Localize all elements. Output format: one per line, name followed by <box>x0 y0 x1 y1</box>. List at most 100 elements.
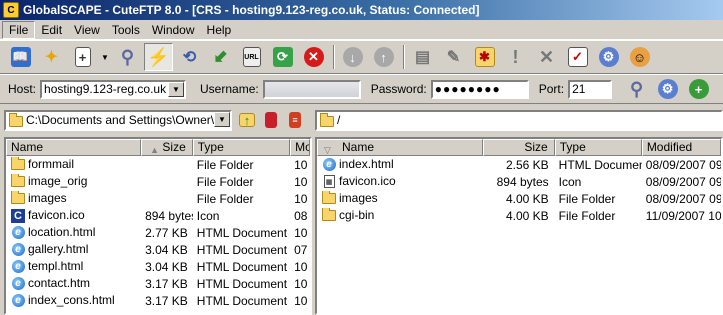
file-name: index.html <box>339 157 394 172</box>
file-size: 3.04 KB <box>145 259 188 274</box>
new-folder-icon: ✱ <box>474 47 495 67</box>
chevron-down-icon[interactable]: ▼ <box>168 81 185 97</box>
file-name-cell: formmail <box>6 157 141 172</box>
html-file-icon: e <box>321 158 337 172</box>
file-row[interactable]: image_orig File Folder 10 <box>6 173 310 190</box>
file-name: templ.html <box>28 259 84 274</box>
command-button[interactable]: ! <box>501 43 530 71</box>
new-button[interactable]: + <box>68 43 97 71</box>
file-row[interactable]: e gallery.html 3.04 KB HTML Document 07 <box>6 241 310 258</box>
support-button[interactable]: ☺ <box>625 43 654 71</box>
file-type: Icon <box>196 208 220 223</box>
new-folder-button[interactable]: ✱ <box>470 43 499 71</box>
column-header-name[interactable]: ▽ Name <box>317 139 484 156</box>
file-size: 4.00 KB <box>505 191 549 206</box>
file-modified: 07 <box>294 242 308 257</box>
local-bookmark-button[interactable] <box>260 106 282 134</box>
local-path-value: C:\Documents and Settings\Owner\Des <box>26 112 214 127</box>
local-filter-button[interactable]: ≡ <box>284 106 306 134</box>
open-book-icon: 📖 <box>10 47 31 67</box>
local-path-field[interactable]: C:\Documents and Settings\Owner\Des ▼ <box>4 109 232 131</box>
transfer-button[interactable]: ⬋ <box>206 43 235 71</box>
download-icon: ⬋ <box>213 47 228 66</box>
file-row[interactable]: e templ.html 3.04 KB HTML Document 10 <box>6 258 310 275</box>
edit-button[interactable]: ✎ <box>439 43 468 71</box>
wizard-wand-icon: ✦ <box>44 49 59 66</box>
column-header-size[interactable]: Size <box>483 139 555 156</box>
host-field[interactable]: hosting9.123-reg.co.uk ▼ <box>40 79 187 99</box>
file-modified: 10 <box>294 225 308 240</box>
password-field[interactable]: ●●●●●●●● <box>430 79 529 99</box>
connect-settings-button[interactable]: ⚙ <box>653 75 682 103</box>
column-header-type[interactable]: Type <box>192 139 291 156</box>
remote-file-pane[interactable]: ▽ Name Size Type Modified e index.html 2.56… <box>315 137 723 315</box>
add-site-icon: + <box>688 79 709 99</box>
file-size: 2.56 KB <box>505 157 549 172</box>
file-row[interactable]: e index_cons.html 3.17 KB HTML Document 10 <box>6 292 310 309</box>
upload-arrow-button[interactable]: ↑ <box>369 43 398 71</box>
username-field[interactable] <box>262 79 361 99</box>
add-site-button[interactable]: + <box>684 75 713 103</box>
stop-icon: ✕ <box>303 47 324 67</box>
menu-help[interactable]: Help <box>201 21 238 39</box>
menu-edit[interactable]: Edit <box>35 21 68 39</box>
column-header-modified[interactable]: Modified <box>641 139 721 156</box>
menu-window[interactable]: Window <box>146 21 201 39</box>
file-row[interactable]: e index.html 2.56 KB HTML Document 08/09/200… <box>317 156 721 173</box>
file-row[interactable]: formmail File Folder 10 <box>6 156 310 173</box>
column-header-size[interactable]: ▲ Size <box>141 139 193 156</box>
port-field[interactable]: 21 <box>568 79 613 99</box>
wizard-button[interactable]: ✦ <box>37 43 66 71</box>
reconnect-button[interactable]: ⟲ <box>175 43 204 71</box>
menu-tools[interactable]: Tools <box>106 21 146 39</box>
menu-file[interactable]: File <box>2 20 36 39</box>
refresh-button[interactable]: ⟳ <box>268 43 297 71</box>
view-icon: ▤ <box>414 49 431 66</box>
file-size: 3.04 KB <box>145 242 188 257</box>
file-name: location.html <box>28 225 96 240</box>
quick-connect-button[interactable]: ⚡ <box>144 43 173 71</box>
download-arrow-button[interactable]: ↓ <box>338 43 367 71</box>
view-button[interactable]: ▤ <box>408 43 437 71</box>
file-row[interactable]: e contact.htm 3.17 KB HTML Document 10 <box>6 275 310 292</box>
local-file-pane[interactable]: Name ▲Size Type Mo formmail File Folder 10… <box>4 137 312 315</box>
url-button[interactable]: URL <box>237 43 266 71</box>
dropdown-arrow-icon: ▼ <box>101 52 109 62</box>
local-up-button[interactable]: ↑ <box>236 106 258 134</box>
file-row[interactable]: e location.html 2.77 KB HTML Document 10 <box>6 224 310 241</box>
file-row[interactable]: images File Folder 10 <box>6 190 310 207</box>
connect-quick-button[interactable]: ⚲ <box>622 75 651 103</box>
stop-button[interactable]: ✕ <box>299 43 328 71</box>
file-size: 4.00 KB <box>505 208 549 223</box>
file-row[interactable]: cgi-bin 4.00 KB File Folder 11/09/2007 10 <box>317 207 721 224</box>
new-dropdown-button[interactable]: ▼ <box>99 43 111 71</box>
menu-view[interactable]: View <box>68 21 106 39</box>
chevron-down-icon[interactable]: ▼ <box>214 111 230 127</box>
cuteftp-file-icon: C <box>10 208 26 223</box>
folder-icon <box>10 191 26 206</box>
column-header-name[interactable]: Name <box>6 139 142 156</box>
file-row[interactable]: Cfavicon.ico 894 bytes Icon 08 <box>6 207 310 224</box>
folder-icon <box>321 208 337 223</box>
file-row[interactable]: ▦ favicon.ico 894 bytes Icon 08/09/2007 09 <box>317 173 721 190</box>
remote-path-field[interactable]: / <box>315 109 723 131</box>
settings-button[interactable]: ⚙ <box>594 43 623 71</box>
site-manager-button[interactable]: 📖 <box>6 43 35 71</box>
main-toolbar: 📖 ✦ + ▼ ⚲ ⚡ ⟲ ⬋ URL ⟳ ✕ ↓ ↑ ▤ ✎ ✱ ! ✕ ✓ … <box>0 40 723 74</box>
connect-button[interactable]: ⚲ <box>113 43 142 71</box>
file-modified: 10 <box>294 174 308 189</box>
folder-icon <box>9 112 23 127</box>
folder-icon <box>10 157 26 172</box>
file-name-cell: image_orig <box>6 174 141 189</box>
file-name-cell: ▦ favicon.ico <box>317 174 483 189</box>
file-size: 894 bytes <box>496 174 549 189</box>
sort-arrow-icon: ▽ <box>324 145 331 155</box>
file-row[interactable]: images 4.00 KB File Folder 08/09/2007 09 <box>317 190 721 207</box>
file-size: 3.17 KB <box>145 276 188 291</box>
properties-button[interactable]: ✓ <box>563 43 592 71</box>
column-header-modified[interactable]: Mo <box>290 139 310 156</box>
file-name-cell: Cfavicon.ico <box>6 208 141 223</box>
delete-button[interactable]: ✕ <box>532 43 561 71</box>
column-header-type[interactable]: Type <box>554 139 642 156</box>
local-column-headers: Name ▲Size Type Mo <box>6 139 310 156</box>
